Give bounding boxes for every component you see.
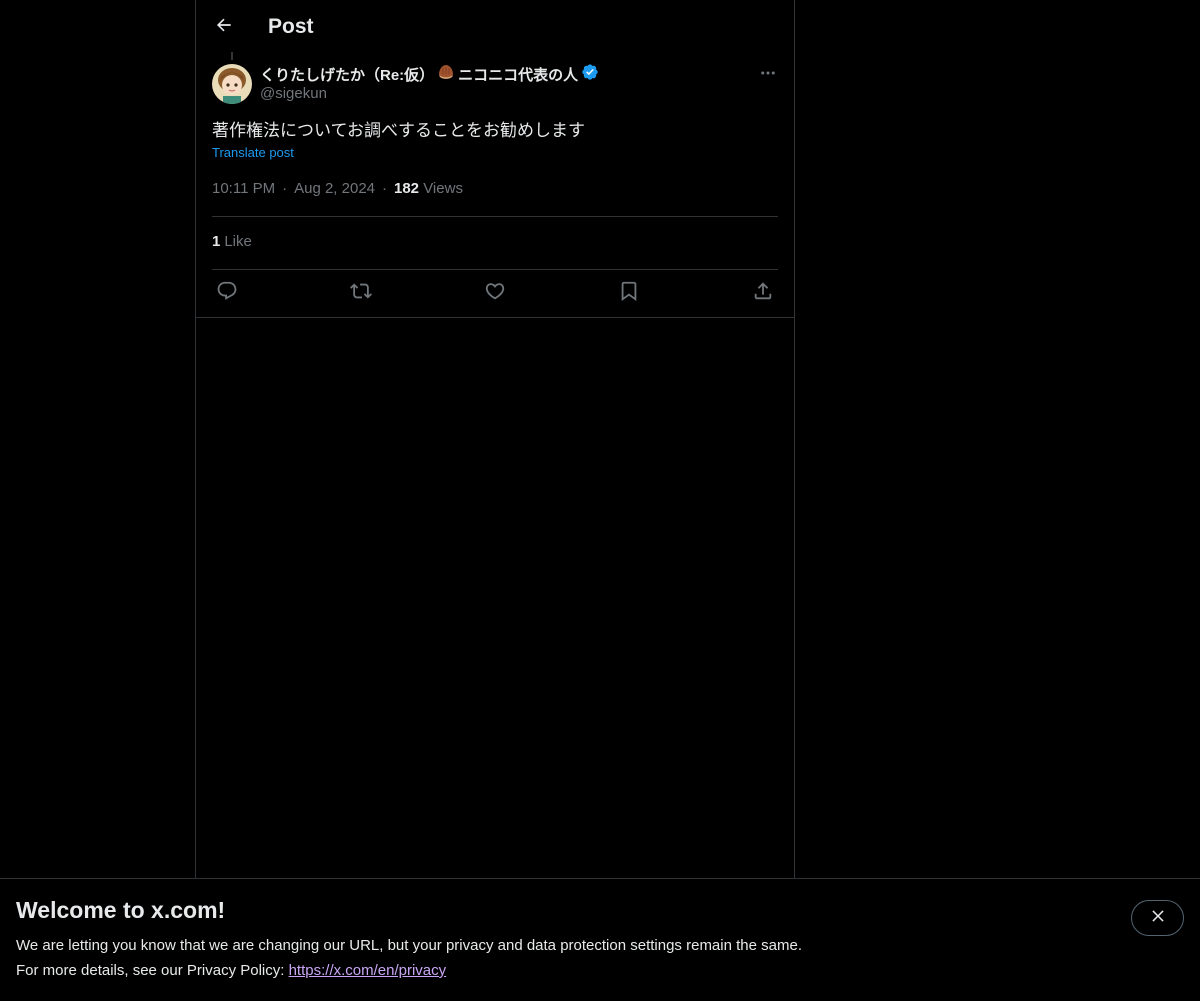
- views-count: 182: [394, 180, 420, 197]
- post-time[interactable]: 10:11 PM: [212, 180, 275, 197]
- translate-post-link[interactable]: Translate post: [212, 145, 294, 160]
- likes-count: 1: [212, 233, 221, 250]
- author-name-suffix: ニコニコ代表の人: [458, 66, 579, 84]
- post-meta: 10:11 PM · Aug 2, 2024 · 182 Views: [212, 180, 463, 197]
- back-button[interactable]: [206, 9, 242, 45]
- avatar[interactable]: [212, 64, 252, 104]
- likes-label: Like: [224, 233, 252, 250]
- page-title: Post: [268, 15, 314, 38]
- bookmark-button[interactable]: [614, 278, 644, 308]
- author-handle[interactable]: @sigekun: [260, 85, 327, 102]
- bookmark-icon: [618, 280, 640, 307]
- close-icon: [1149, 907, 1167, 930]
- banner-title: Welcome to x.com!: [16, 897, 226, 923]
- arrow-left-icon: [214, 15, 234, 40]
- like-icon: [484, 280, 506, 307]
- banner-details-text: For more details, see our Privacy Policy…: [16, 962, 289, 979]
- repost-button[interactable]: [346, 278, 376, 308]
- separator-dot: ·: [382, 180, 387, 197]
- reply-button[interactable]: [212, 278, 242, 308]
- post-text: 著作権法についてお調べすることをお勧めします: [212, 121, 585, 141]
- separator-dot: ·: [282, 180, 288, 197]
- more-options-button[interactable]: [754, 63, 782, 87]
- more-horizontal-icon: [759, 64, 777, 87]
- primary-column: Post くりたしげたか（Re:仮） ニコニコ代表の人 @sigekun 著作権…: [195, 0, 795, 878]
- like-button[interactable]: [480, 278, 510, 308]
- verified-badge-icon: [581, 63, 599, 86]
- banner-details: For more details, see our Privacy Policy…: [16, 962, 446, 979]
- post-actions: [212, 278, 778, 308]
- welcome-banner: Welcome to x.com! We are letting you kno…: [0, 878, 1200, 1001]
- post-header: Post: [196, 0, 794, 54]
- banner-close-button[interactable]: [1131, 900, 1184, 936]
- author-name-link[interactable]: くりたしげたか（Re:仮） ニコニコ代表の人: [260, 63, 599, 85]
- post-date[interactable]: Aug 2, 2024: [294, 180, 375, 197]
- divider: [212, 216, 778, 217]
- banner-message: We are letting you know that we are chan…: [16, 937, 802, 954]
- likes-link[interactable]: 1 Like: [212, 233, 252, 250]
- divider: [212, 269, 778, 270]
- repost-icon: [350, 280, 372, 307]
- chestnut-icon: [437, 63, 455, 86]
- share-icon: [752, 280, 774, 307]
- reply-icon: [216, 280, 238, 307]
- share-button[interactable]: [748, 278, 778, 308]
- privacy-policy-link[interactable]: https://x.com/en/privacy: [289, 962, 447, 979]
- views-label: Views: [423, 180, 463, 197]
- thread-connector-line: [231, 52, 233, 60]
- divider: [196, 317, 794, 318]
- author-name: くりたしげたか（Re:仮）: [260, 66, 435, 84]
